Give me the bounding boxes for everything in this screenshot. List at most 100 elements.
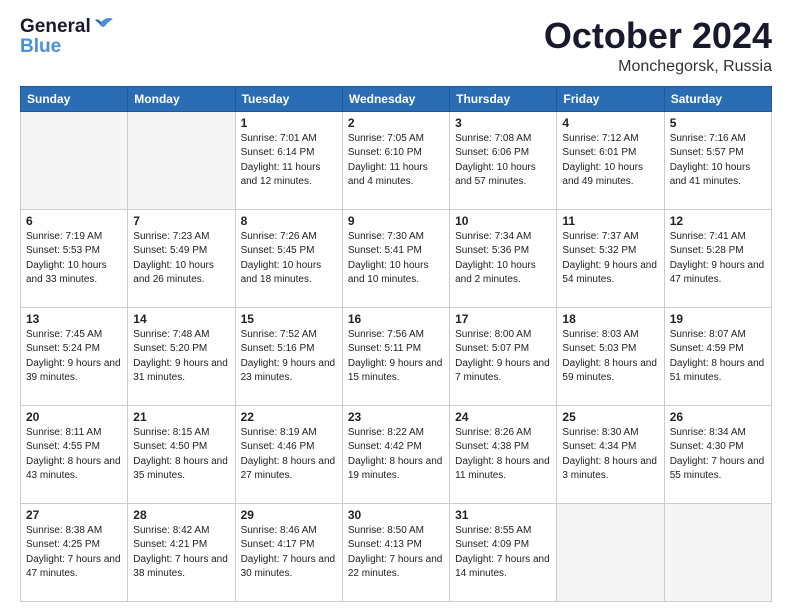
page-subtitle: Monchegorsk, Russia bbox=[544, 58, 772, 76]
day-number: 27 bbox=[26, 508, 122, 522]
calendar-day-cell: 25 Sunrise: 8:30 AM Sunset: 4:34 PM Dayli… bbox=[557, 405, 664, 503]
day-number: 11 bbox=[562, 214, 658, 228]
day-number: 23 bbox=[348, 410, 444, 424]
day-info: Sunrise: 7:23 AM Sunset: 5:49 PM Dayligh… bbox=[133, 230, 229, 288]
day-info: Sunrise: 8:19 AM Sunset: 4:46 PM Dayligh… bbox=[241, 426, 337, 484]
calendar-day-cell: 14 Sunrise: 7:48 AM Sunset: 5:20 PM Dayli… bbox=[128, 307, 235, 405]
day-info: Sunrise: 7:01 AM Sunset: 6:14 PM Dayligh… bbox=[241, 132, 337, 190]
day-number: 22 bbox=[241, 410, 337, 424]
day-info: Sunrise: 7:19 AM Sunset: 5:53 PM Dayligh… bbox=[26, 230, 122, 288]
calendar-day-cell: 8 Sunrise: 7:26 AM Sunset: 5:45 PM Daylig… bbox=[235, 209, 342, 307]
day-info: Sunrise: 8:00 AM Sunset: 5:07 PM Dayligh… bbox=[455, 328, 551, 386]
day-info: Sunrise: 7:26 AM Sunset: 5:45 PM Dayligh… bbox=[241, 230, 337, 288]
calendar-week-row: 13 Sunrise: 7:45 AM Sunset: 5:24 PM Dayli… bbox=[21, 307, 772, 405]
day-info: Sunrise: 8:03 AM Sunset: 5:03 PM Dayligh… bbox=[562, 328, 658, 386]
day-info: Sunrise: 7:41 AM Sunset: 5:28 PM Dayligh… bbox=[670, 230, 766, 288]
calendar-day-cell: 6Sunrise: 7:19 AM Sunset: 5:53 PM Daylig… bbox=[21, 209, 128, 307]
calendar-header-row: SundayMondayTuesdayWednesdayThursdayFrid… bbox=[21, 86, 772, 111]
day-number: 15 bbox=[241, 312, 337, 326]
logo: General Blue bbox=[20, 16, 115, 58]
calendar-day-cell: 27 Sunrise: 8:38 AM Sunset: 4:25 PM Dayli… bbox=[21, 503, 128, 601]
day-number: 13 bbox=[26, 312, 122, 326]
day-number: 14 bbox=[133, 312, 229, 326]
day-number: 16 bbox=[348, 312, 444, 326]
title-block: October 2024 Monchegorsk, Russia bbox=[544, 16, 772, 76]
calendar-day-cell bbox=[21, 111, 128, 209]
calendar-day-cell bbox=[557, 503, 664, 601]
calendar-day-cell: 21 Sunrise: 8:15 AM Sunset: 4:50 PM Dayli… bbox=[128, 405, 235, 503]
day-number: 1 bbox=[241, 116, 337, 130]
day-number: 21 bbox=[133, 410, 229, 424]
day-info: Sunrise: 8:42 AM Sunset: 4:21 PM Dayligh… bbox=[133, 524, 229, 582]
calendar-day-header: Thursday bbox=[450, 86, 557, 111]
calendar-day-cell bbox=[128, 111, 235, 209]
calendar-day-cell: 3 Sunrise: 7:08 AM Sunset: 6:06 PM Daylig… bbox=[450, 111, 557, 209]
day-number: 12 bbox=[670, 214, 766, 228]
day-number: 20 bbox=[26, 410, 122, 424]
day-info: Sunrise: 8:38 AM Sunset: 4:25 PM Dayligh… bbox=[26, 524, 122, 582]
day-number: 30 bbox=[348, 508, 444, 522]
calendar-day-cell: 23 Sunrise: 8:22 AM Sunset: 4:42 PM Dayli… bbox=[342, 405, 449, 503]
day-info: Sunrise: 8:22 AM Sunset: 4:42 PM Dayligh… bbox=[348, 426, 444, 484]
calendar-day-cell: 30 Sunrise: 8:50 AM Sunset: 4:13 PM Dayli… bbox=[342, 503, 449, 601]
day-info: Sunrise: 8:55 AM Sunset: 4:09 PM Dayligh… bbox=[455, 524, 551, 582]
day-info: Sunrise: 8:46 AM Sunset: 4:17 PM Dayligh… bbox=[241, 524, 337, 582]
day-number: 31 bbox=[455, 508, 551, 522]
day-info: Sunrise: 8:50 AM Sunset: 4:13 PM Dayligh… bbox=[348, 524, 444, 582]
day-number: 18 bbox=[562, 312, 658, 326]
logo-general-text: General bbox=[20, 16, 91, 38]
day-info: Sunrise: 7:16 AM Sunset: 5:57 PM Dayligh… bbox=[670, 132, 766, 190]
calendar-day-cell: 28 Sunrise: 8:42 AM Sunset: 4:21 PM Dayli… bbox=[128, 503, 235, 601]
day-info: Sunrise: 8:15 AM Sunset: 4:50 PM Dayligh… bbox=[133, 426, 229, 484]
header: General Blue October 2024 Monchegorsk, R… bbox=[20, 16, 772, 76]
calendar-day-cell: 19Sunrise: 8:07 AM Sunset: 4:59 PM Dayli… bbox=[664, 307, 771, 405]
calendar-week-row: 1 Sunrise: 7:01 AM Sunset: 6:14 PM Daylig… bbox=[21, 111, 772, 209]
day-info: Sunrise: 8:26 AM Sunset: 4:38 PM Dayligh… bbox=[455, 426, 551, 484]
day-number: 19 bbox=[670, 312, 766, 326]
calendar-day-cell: 13 Sunrise: 7:45 AM Sunset: 5:24 PM Dayli… bbox=[21, 307, 128, 405]
logo-bird-icon bbox=[93, 14, 115, 36]
calendar-week-row: 27 Sunrise: 8:38 AM Sunset: 4:25 PM Dayli… bbox=[21, 503, 772, 601]
calendar-day-cell: 10 Sunrise: 7:34 AM Sunset: 5:36 PM Dayli… bbox=[450, 209, 557, 307]
day-info: Sunrise: 7:34 AM Sunset: 5:36 PM Dayligh… bbox=[455, 230, 551, 288]
calendar-day-cell: 5 Sunrise: 7:16 AM Sunset: 5:57 PM Daylig… bbox=[664, 111, 771, 209]
page: General Blue October 2024 Monchegorsk, R… bbox=[0, 0, 792, 612]
day-info: Sunrise: 7:30 AM Sunset: 5:41 PM Dayligh… bbox=[348, 230, 444, 288]
calendar-day-cell: 29 Sunrise: 8:46 AM Sunset: 4:17 PM Dayli… bbox=[235, 503, 342, 601]
day-number: 5 bbox=[670, 116, 766, 130]
calendar-day-cell: 16 Sunrise: 7:56 AM Sunset: 5:11 PM Dayli… bbox=[342, 307, 449, 405]
calendar-day-cell: 20 Sunrise: 8:11 AM Sunset: 4:55 PM Dayli… bbox=[21, 405, 128, 503]
calendar-day-cell: 1 Sunrise: 7:01 AM Sunset: 6:14 PM Daylig… bbox=[235, 111, 342, 209]
calendar-table: SundayMondayTuesdayWednesdayThursdayFrid… bbox=[20, 86, 772, 602]
day-number: 3 bbox=[455, 116, 551, 130]
calendar-day-cell bbox=[664, 503, 771, 601]
calendar-day-cell: 31 Sunrise: 8:55 AM Sunset: 4:09 PM Dayli… bbox=[450, 503, 557, 601]
calendar-day-cell: 18 Sunrise: 8:03 AM Sunset: 5:03 PM Dayli… bbox=[557, 307, 664, 405]
calendar-day-header: Saturday bbox=[664, 86, 771, 111]
calendar-day-header: Friday bbox=[557, 86, 664, 111]
day-number: 28 bbox=[133, 508, 229, 522]
day-info: Sunrise: 7:05 AM Sunset: 6:10 PM Dayligh… bbox=[348, 132, 444, 190]
calendar-day-header: Sunday bbox=[21, 86, 128, 111]
calendar-day-cell: 4Sunrise: 7:12 AM Sunset: 6:01 PM Daylig… bbox=[557, 111, 664, 209]
day-info: Sunrise: 7:45 AM Sunset: 5:24 PM Dayligh… bbox=[26, 328, 122, 386]
day-number: 2 bbox=[348, 116, 444, 130]
day-number: 10 bbox=[455, 214, 551, 228]
day-info: Sunrise: 7:56 AM Sunset: 5:11 PM Dayligh… bbox=[348, 328, 444, 386]
day-number: 8 bbox=[241, 214, 337, 228]
calendar-day-cell: 24 Sunrise: 8:26 AM Sunset: 4:38 PM Dayli… bbox=[450, 405, 557, 503]
day-info: Sunrise: 8:30 AM Sunset: 4:34 PM Dayligh… bbox=[562, 426, 658, 484]
day-info: Sunrise: 8:34 AM Sunset: 4:30 PM Dayligh… bbox=[670, 426, 766, 484]
calendar-day-header: Monday bbox=[128, 86, 235, 111]
calendar-week-row: 20 Sunrise: 8:11 AM Sunset: 4:55 PM Dayli… bbox=[21, 405, 772, 503]
day-number: 17 bbox=[455, 312, 551, 326]
day-number: 26 bbox=[670, 410, 766, 424]
day-number: 29 bbox=[241, 508, 337, 522]
day-number: 25 bbox=[562, 410, 658, 424]
day-number: 7 bbox=[133, 214, 229, 228]
day-info: Sunrise: 7:08 AM Sunset: 6:06 PM Dayligh… bbox=[455, 132, 551, 190]
day-info: Sunrise: 7:48 AM Sunset: 5:20 PM Dayligh… bbox=[133, 328, 229, 386]
calendar-day-cell: 9Sunrise: 7:30 AM Sunset: 5:41 PM Daylig… bbox=[342, 209, 449, 307]
day-info: Sunrise: 8:11 AM Sunset: 4:55 PM Dayligh… bbox=[26, 426, 122, 484]
day-number: 24 bbox=[455, 410, 551, 424]
